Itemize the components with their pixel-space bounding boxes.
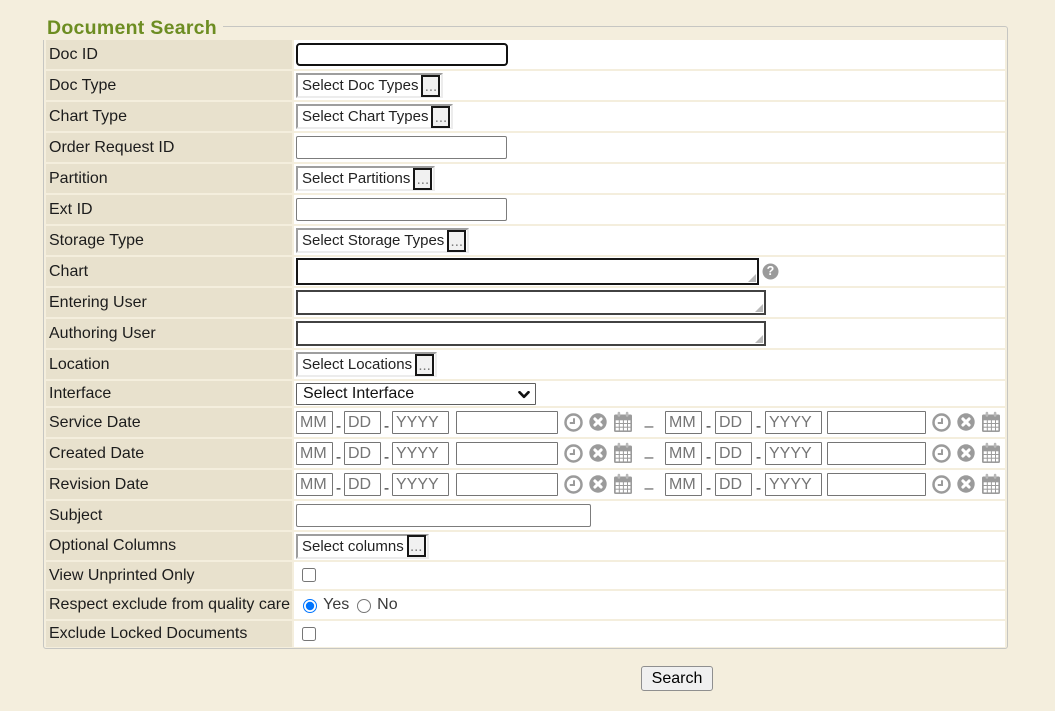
svg-text:?: ? <box>767 264 775 278</box>
